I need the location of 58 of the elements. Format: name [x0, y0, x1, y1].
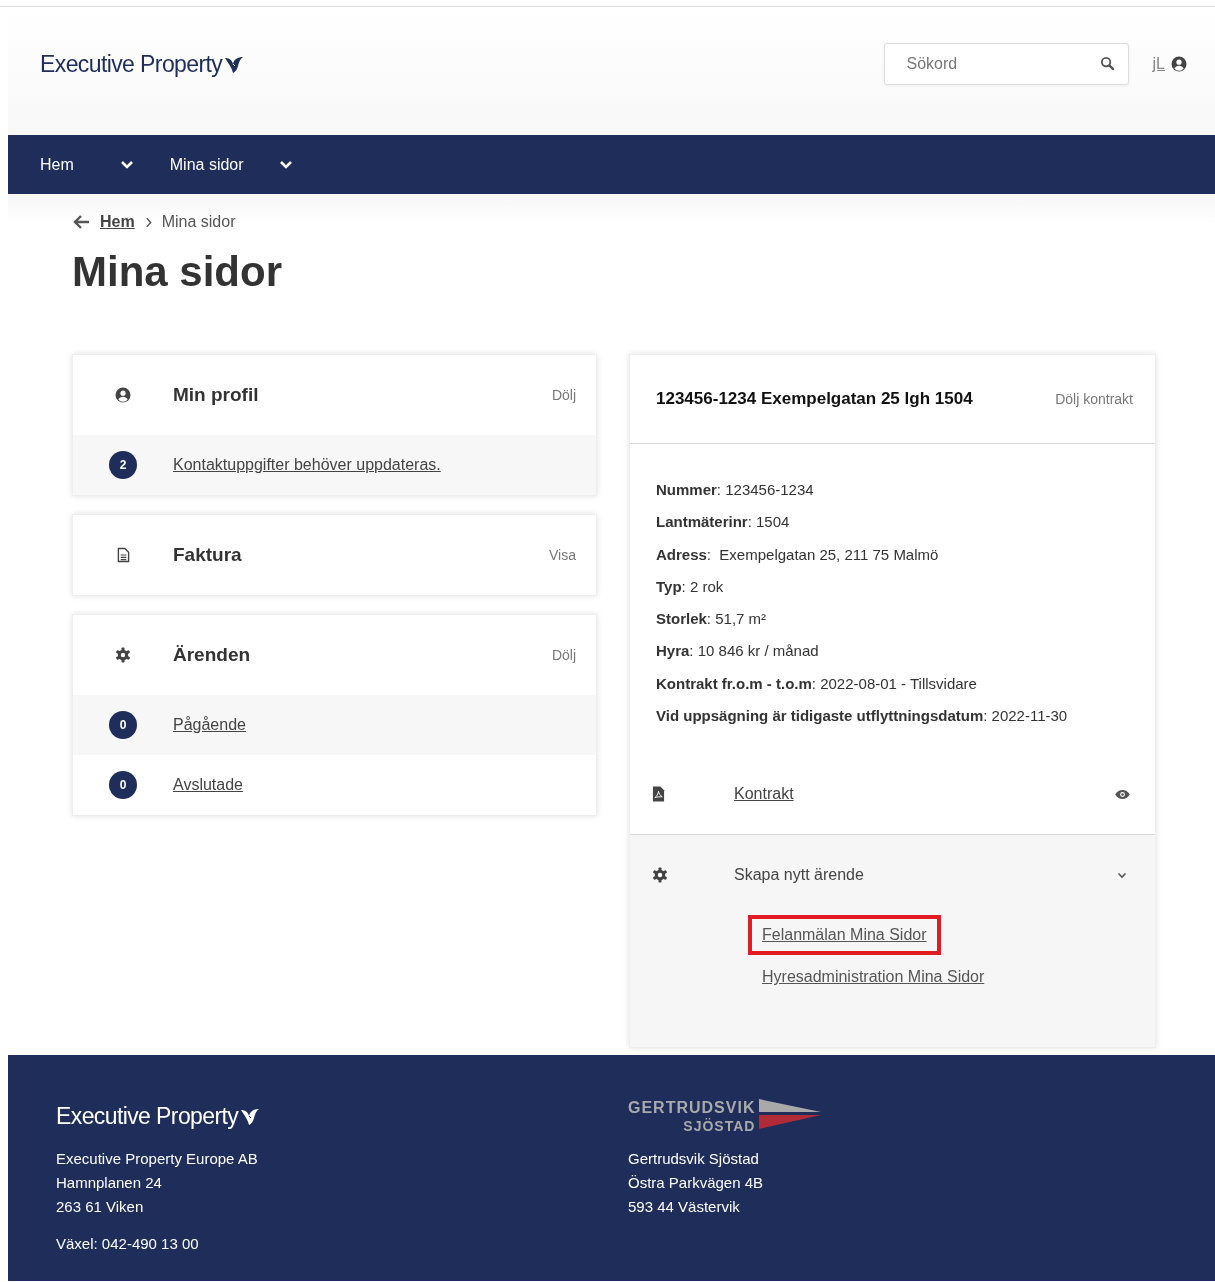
detail-line: Typ: 2 rok — [656, 576, 725, 597]
detail-line: Lantmäterinr: 1504 — [656, 512, 791, 533]
card-title: Faktura — [173, 544, 243, 566]
search-field[interactable]: Sökord — [883, 43, 1129, 85]
footer-logo-text: Executive Property — [56, 1102, 239, 1130]
gear-icon — [652, 867, 668, 884]
search-icon[interactable] — [1099, 56, 1115, 71]
detail-line: Nummer: 123456-1234 — [656, 480, 815, 500]
address-line: Executive Property Europe AB — [56, 1149, 259, 1169]
link[interactable]: Felanmälan Mina Sidor — [748, 915, 941, 956]
breadcrumb-link[interactable]: Hem — [100, 213, 135, 231]
user-icon — [1171, 56, 1187, 72]
link[interactable]: Kontaktuppgifter behöver uppdateras. — [173, 456, 441, 474]
address-line: Gertrudsvik Sjöstad — [628, 1149, 760, 1169]
detail-line: Hyra: 10 846 kr / månad — [656, 641, 820, 662]
count-badge: 2 — [109, 451, 137, 479]
address-line: Hamnplanen 24 — [56, 1173, 163, 1193]
user-initials[interactable]: jL — [1152, 55, 1165, 73]
toggle-link[interactable]: Visa — [549, 547, 576, 563]
bird-logo-icon — [240, 1106, 261, 1126]
toggle-link[interactable]: Dölj — [551, 387, 576, 403]
logo-text: SJÖSTAD — [683, 1117, 756, 1135]
detail-line: Storlek: 51,7 m² — [656, 609, 768, 630]
logo-text[interactable]: Executive Property — [40, 50, 223, 78]
link[interactable]: Pågående — [173, 716, 246, 734]
toggle-link[interactable]: Dölj kontrakt — [1055, 391, 1133, 407]
logo-text: GERTRUDSVIK — [628, 1099, 756, 1117]
pennant-flag-icon — [759, 1099, 822, 1129]
eye-icon[interactable] — [1114, 788, 1131, 800]
link[interactable]: Hyresadministration Mina Sidor — [748, 957, 999, 998]
nav-link[interactable]: Mina sidor — [169, 155, 244, 174]
address-line: 263 61 Viken — [56, 1197, 145, 1217]
toggle-link[interactable]: Dölj — [551, 647, 576, 663]
breadcrumb-current: Mina sidor — [161, 213, 236, 231]
count-badge: 0 — [109, 711, 137, 739]
link[interactable]: Kontrakt — [734, 785, 1114, 804]
phone-number: Växel: 042-490 13 00 — [56, 1235, 200, 1252]
link[interactable]: Avslutade — [173, 776, 243, 794]
card-title: Ärenden — [173, 644, 252, 666]
chevron-down-icon[interactable] — [1117, 871, 1127, 879]
detail-line: Kontrakt fr.o.m - t.o.m: 2022-08-01 - Tillsvidare — [656, 673, 978, 694]
card-title: Min profil — [173, 384, 260, 406]
bird-logo-icon — [224, 54, 245, 74]
count-badge: 0 — [109, 771, 137, 799]
gear-icon — [115, 647, 131, 663]
detail-line: Vid uppsägning är tidigaste utflyttningsdatum: 2022-11-30 — [656, 706, 1069, 727]
address-line: Östra Parkvägen 4B — [628, 1173, 765, 1193]
back-arrow-icon — [72, 214, 90, 230]
chevron-right-icon — [144, 216, 152, 228]
nav-link[interactable]: Hem — [40, 155, 74, 174]
page-title: Mina sidor — [72, 250, 284, 294]
user-icon — [115, 387, 131, 403]
detail-line: Adress: Exempelgatan 25, 211 75 Malmö — [656, 544, 940, 565]
pdf-file-icon — [652, 786, 665, 803]
document-icon — [116, 547, 130, 563]
address-line: 593 44 Västervik — [628, 1197, 741, 1217]
section-toggle[interactable]: Skapa nytt ärende — [734, 866, 1117, 885]
contract-title: 123456-1234 Exempelgatan 25 lgh 1504 — [656, 389, 973, 409]
